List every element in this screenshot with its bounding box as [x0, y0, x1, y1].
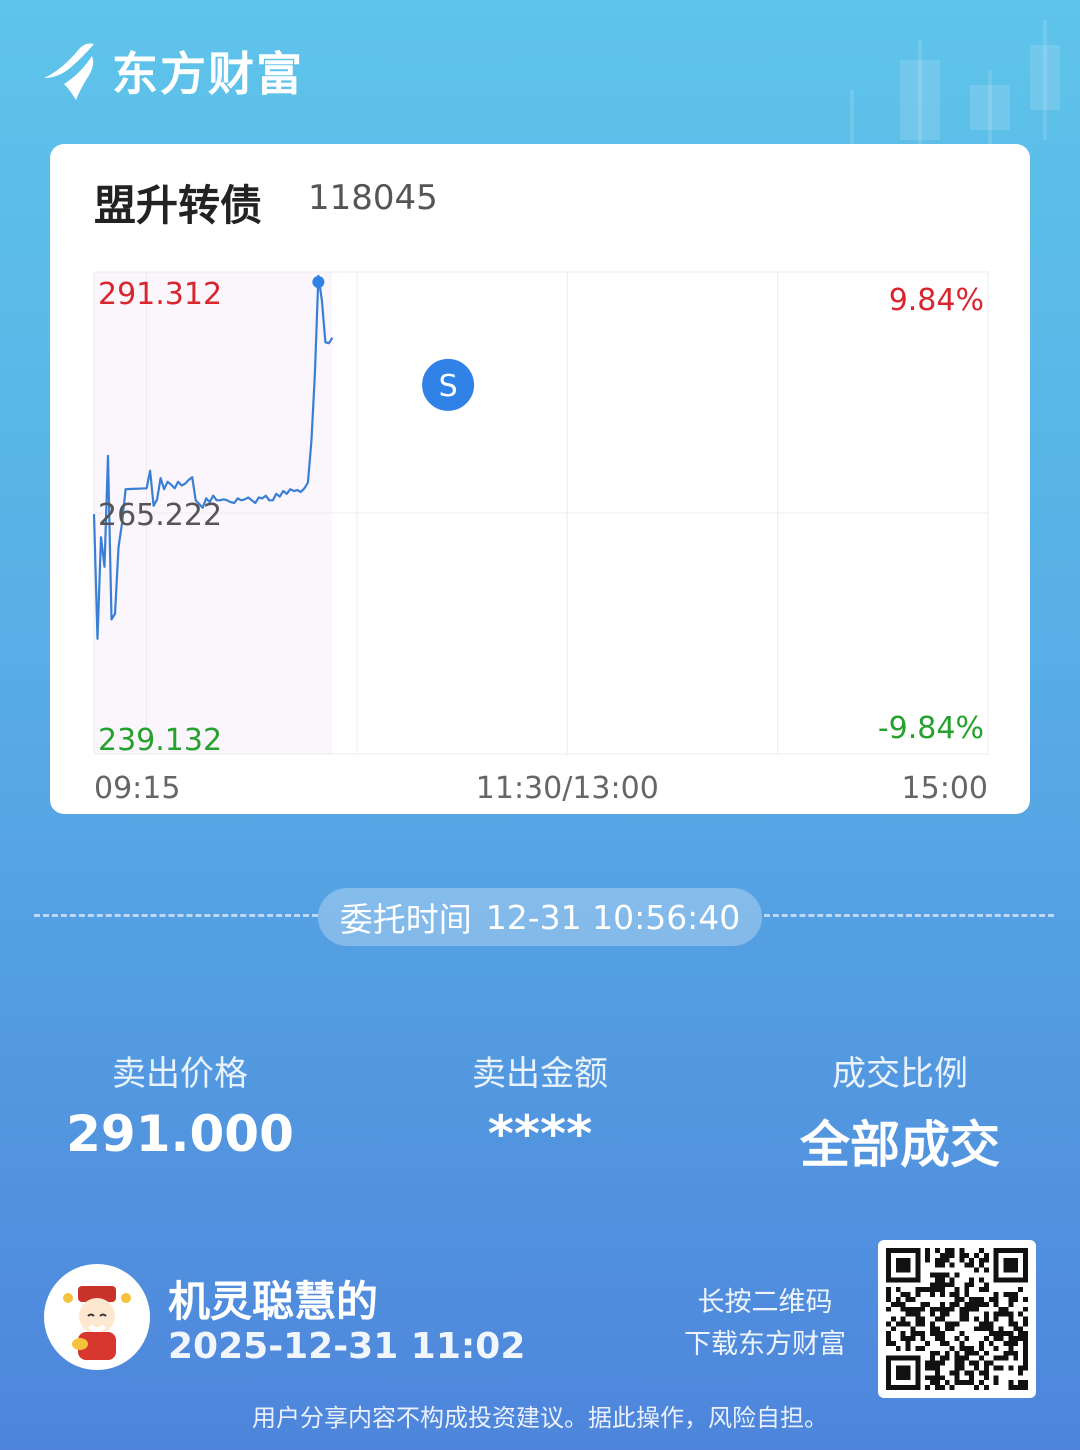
stat-value: 全部成交 [800, 1116, 1000, 1174]
order-time-pill: 委托时间 12-31 10:56:40 [318, 888, 762, 946]
qr-hint: 长按二维码 下载东方财富 [660, 1282, 870, 1366]
brand-header: 东方财富 [40, 38, 304, 104]
pct-label-low: -9.84% [878, 711, 984, 746]
x-label-close: 15:00 [902, 771, 988, 806]
stat-sell-amount: 卖出金额 **** [390, 1046, 690, 1163]
brand-name: 东方财富 [112, 47, 304, 101]
high-point-dot [312, 276, 325, 288]
y-label-mid: 265.222 [98, 498, 222, 533]
intraday-chart: S 291.312 265.222 239.132 9.84% -9.84% 09:15 11… [92, 271, 989, 806]
share-time: 2025-12-31 11:02 [168, 1326, 526, 1367]
user-avatar[interactable] [44, 1264, 150, 1370]
disclaimer: 用户分享内容不构成投资建议。据此操作，风险自担。 [252, 1404, 828, 1432]
fortune-god-avatar-icon [63, 1286, 131, 1360]
stat-label: 卖出价格 [112, 1054, 248, 1094]
user-name: 机灵聪慧的 [168, 1277, 379, 1326]
stat-label: 成交比例 [832, 1054, 968, 1094]
y-label-low: 239.132 [98, 723, 222, 758]
stat-sell-price: 卖出价格 291.000 [30, 1046, 330, 1163]
stat-label: 卖出金额 [472, 1054, 608, 1094]
stock-name: 盟升转债 [94, 181, 263, 230]
candlestick-decoration [850, 20, 1060, 150]
stat-fill-ratio: 成交比例 全部成交 [750, 1046, 1050, 1177]
x-label-midday: 11:30/13:00 [476, 771, 659, 806]
stat-value: 291.000 [66, 1105, 294, 1163]
order-time-value: 12-31 10:56:40 [485, 897, 741, 937]
stock-chart-card[interactable]: S 291.312 265.222 239.132 9.84% -9.84% 09:15 11… [50, 144, 1030, 814]
qr-hint-line: 下载东方财富 [684, 1329, 846, 1360]
x-label-open: 09:15 [94, 771, 180, 806]
divider-right [764, 914, 1054, 917]
qr-code[interactable] [878, 1240, 1036, 1398]
stat-value: **** [487, 1105, 593, 1163]
sell-marker-label: S [439, 369, 458, 404]
eastmoney-logo-icon [44, 43, 94, 100]
divider-left [34, 914, 318, 917]
pct-label-high: 9.84% [889, 283, 984, 318]
order-time-label: 委托时间 [339, 900, 472, 939]
qr-hint-line: 长按二维码 [697, 1287, 833, 1318]
stock-code: 118045 [308, 178, 438, 218]
qr-code-icon [886, 1248, 1028, 1390]
y-label-high: 291.312 [98, 277, 222, 312]
